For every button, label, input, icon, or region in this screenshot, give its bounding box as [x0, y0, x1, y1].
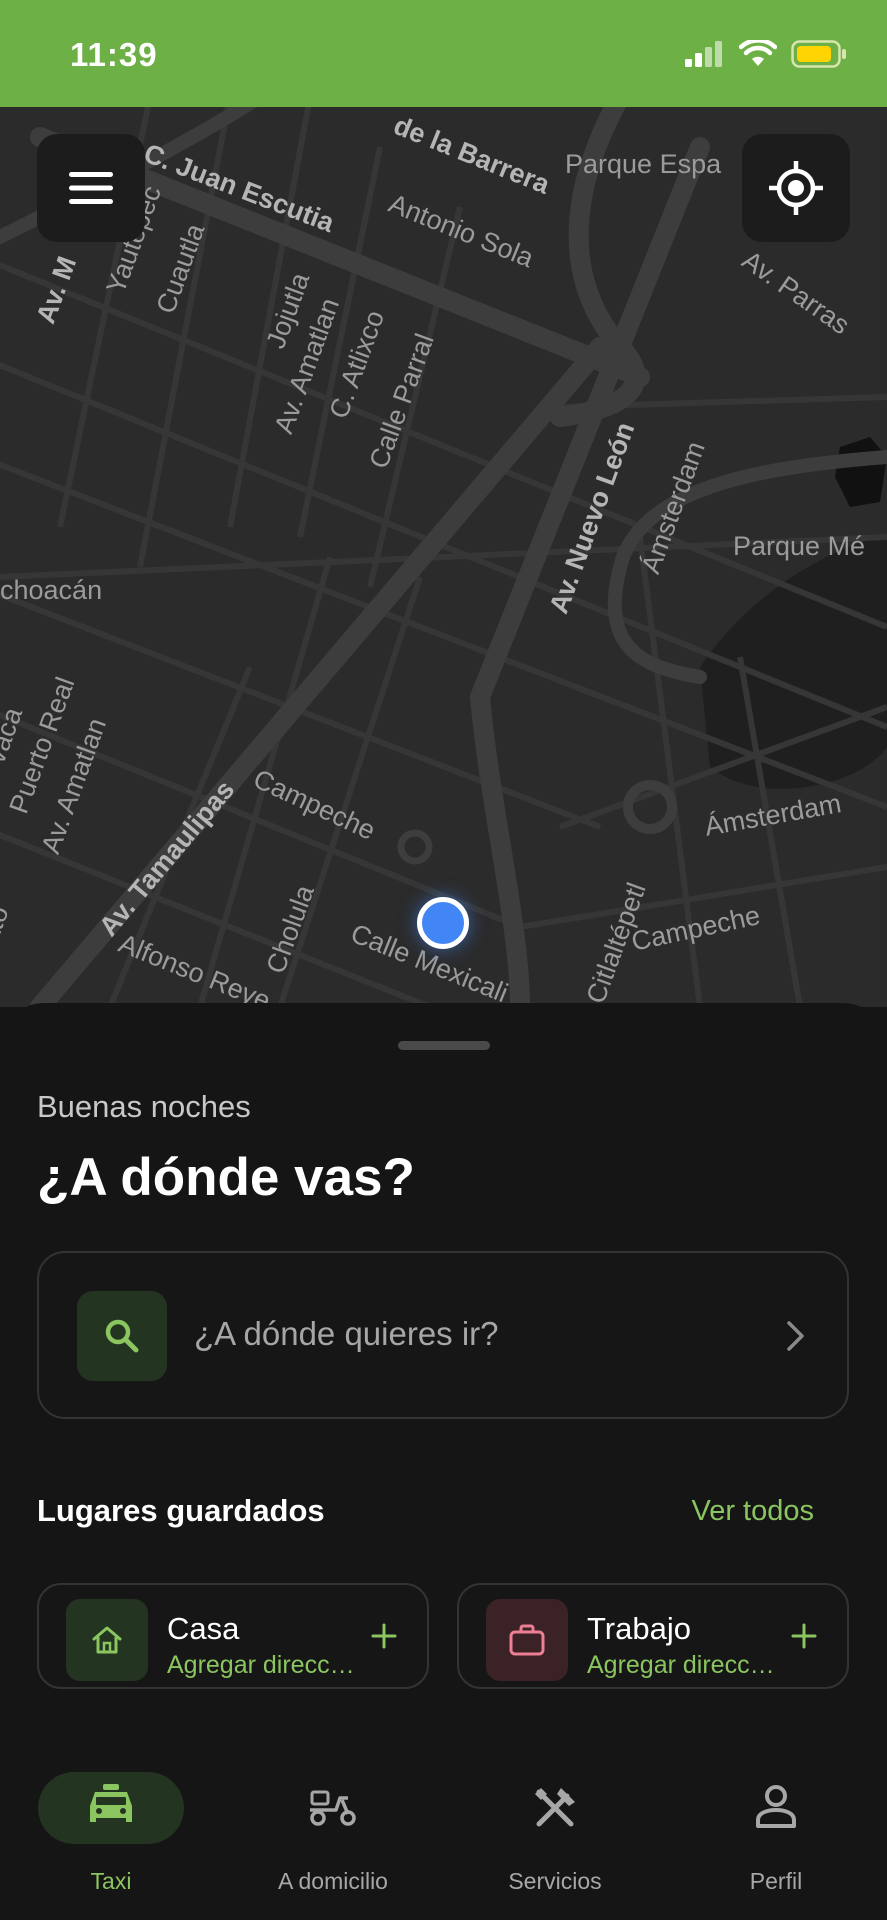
nav-label: Perfil [749, 1868, 803, 1894]
saved-place-name: Casa [167, 1611, 240, 1646]
see-all-link[interactable]: Ver todos [691, 1495, 814, 1528]
home-icon-badge [66, 1599, 148, 1681]
bottom-navigation: Taxi A domicilio Servicios Perfil [0, 1760, 887, 1920]
home-icon [92, 1626, 122, 1654]
saved-place-subtitle: Agregar dirección [587, 1651, 777, 1679]
person-icon [756, 1785, 796, 1828]
nav-label: Taxi [90, 1868, 132, 1894]
tools-icon [535, 1788, 575, 1827]
map-view[interactable]: C. Juan Escutia de la Barrera Parque Esp… [0, 107, 887, 1007]
status-icons [685, 40, 847, 68]
saved-place-name: Trabajo [587, 1611, 691, 1646]
saved-places-heading: Lugares guardados [37, 1493, 325, 1528]
menu-button[interactable] [37, 134, 145, 242]
nav-label: A domicilio [278, 1868, 388, 1894]
user-location-marker [417, 897, 469, 949]
nav-item-delivery[interactable]: A domicilio [233, 1760, 433, 1920]
nav-item-services[interactable]: Servicios [455, 1760, 655, 1920]
saved-place-work[interactable]: Trabajo Agregar dirección [457, 1583, 849, 1689]
battery-icon [791, 40, 846, 68]
saved-place-home[interactable]: Casa Agregar dirección [37, 1583, 429, 1689]
nav-item-profile[interactable]: Perfil [676, 1760, 876, 1920]
locate-me-button[interactable] [742, 134, 850, 242]
search-icon-badge [77, 1291, 167, 1381]
page-title: ¿A dónde vas? [37, 1148, 415, 1207]
search-icon [105, 1319, 139, 1353]
signal-icon [685, 41, 722, 67]
taxi-icon [90, 1784, 132, 1822]
plus-icon[interactable] [371, 1623, 397, 1649]
wifi-icon [739, 40, 777, 66]
search-placeholder: ¿A dónde quieres ir? [194, 1315, 499, 1352]
chevron-right-icon [787, 1321, 804, 1351]
map-label: choacán [0, 575, 103, 605]
nav-label: Servicios [508, 1868, 602, 1894]
status-time: 11:39 [70, 36, 158, 73]
scooter-icon [310, 1790, 356, 1826]
plus-icon[interactable] [791, 1623, 817, 1649]
saved-place-subtitle: Agregar dirección [167, 1651, 357, 1679]
nav-item-taxi[interactable]: Taxi [11, 1760, 211, 1920]
greeting-text: Buenas noches [37, 1089, 251, 1124]
map-label: Parque Mé [733, 531, 866, 561]
status-bar: 11:39 [0, 0, 887, 107]
briefcase-icon-badge [486, 1599, 568, 1681]
map-label: Parque Espa [565, 149, 722, 179]
destination-search-field[interactable]: ¿A dónde quieres ir? [37, 1251, 849, 1419]
hamburger-menu-icon [69, 172, 113, 204]
sheet-drag-handle[interactable] [398, 1041, 490, 1050]
crosshair-locate-icon [769, 161, 823, 215]
briefcase-icon [509, 1624, 545, 1656]
